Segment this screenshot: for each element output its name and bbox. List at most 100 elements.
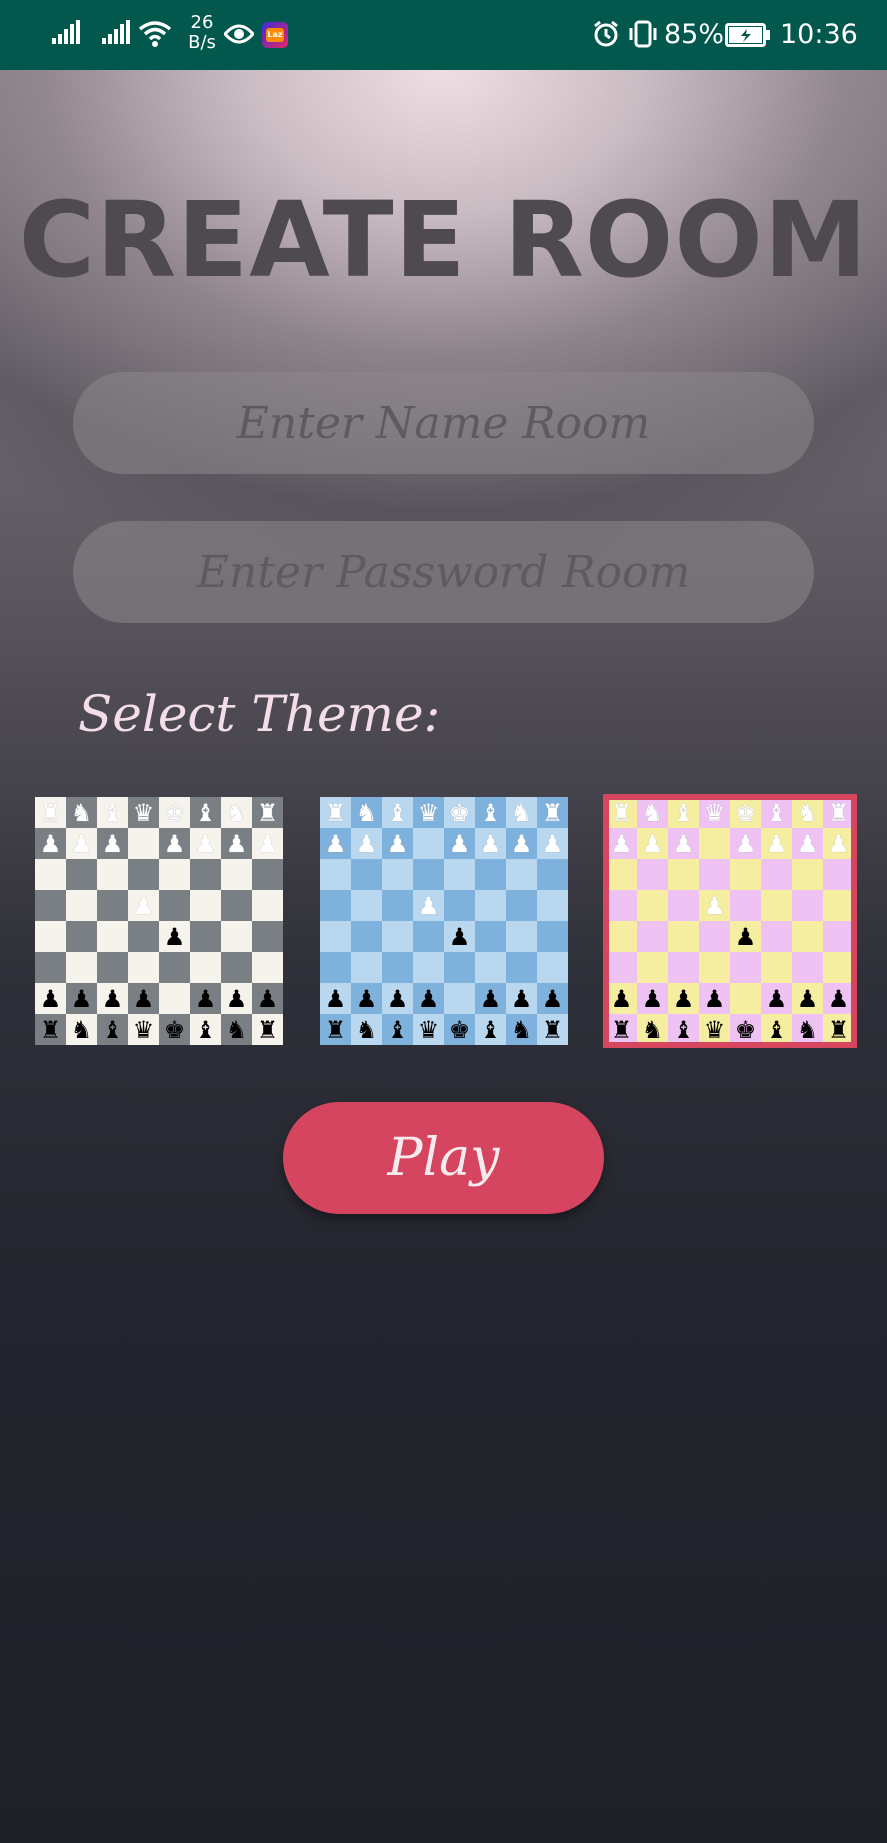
board-square: ♟: [730, 921, 761, 952]
board-square: ♟: [792, 983, 823, 1014]
board-square: ♟: [35, 828, 66, 859]
white-piece-icon: ♟: [796, 829, 819, 858]
black-piece-icon: ♜: [827, 1015, 850, 1044]
room-password-input[interactable]: [73, 521, 814, 623]
board-square: [190, 921, 221, 952]
board-square: ♟: [128, 890, 159, 921]
board-square: ♝: [668, 797, 699, 828]
board-square: [699, 828, 730, 859]
board-square: ♜: [537, 797, 568, 828]
theme-option-pink-yellow[interactable]: ♜ ♞ ♝ ♛ ♚ ♝ ♞ ♜ ♟ ♟ ♟ ♟ ♟ ♟ ♟ ♟ ♟ ♟ ♟ ♟ ♟ ♟ ♟ ♟ ♜ ♞ ♝ ♛ ♚ ♝ ♞ ♜: [603, 794, 857, 1048]
black-piece-icon: ♟: [827, 984, 850, 1013]
white-piece-icon: ♟: [610, 829, 633, 858]
board-square: ♝: [475, 797, 506, 828]
board-square: [382, 921, 413, 952]
board-square: [128, 952, 159, 983]
board-square: ♚: [159, 797, 190, 828]
board-square: [128, 828, 159, 859]
theme-option-gray[interactable]: ♜ ♞ ♝ ♛ ♚ ♝ ♞ ♜ ♟ ♟ ♟ ♟ ♟ ♟ ♟ ♟ ♟ ♟ ♟ ♟ ♟ ♟ ♟ ♟ ♜ ♞ ♝ ♛ ♚ ♝ ♞ ♜: [35, 797, 283, 1045]
black-piece-icon: ♟: [194, 984, 217, 1013]
theme-option-blue[interactable]: ♜ ♞ ♝ ♛ ♚ ♝ ♞ ♜ ♟ ♟ ♟ ♟ ♟ ♟ ♟ ♟ ♟ ♟ ♟ ♟ ♟ ♟ ♟ ♟ ♜ ♞ ♝ ♛ ♚ ♝ ♞ ♜: [320, 797, 568, 1045]
white-piece-icon: ♟: [163, 829, 186, 858]
black-piece-icon: ♛: [132, 1015, 155, 1044]
board-square: ♞: [66, 1014, 97, 1045]
board-square: [506, 890, 537, 921]
board-square: ♝: [190, 797, 221, 828]
black-piece-icon: ♝: [101, 1015, 124, 1044]
board-square: ♟: [190, 983, 221, 1014]
board-square: ♟: [413, 890, 444, 921]
white-piece-icon: ♛: [132, 798, 155, 827]
board-square: ♟: [320, 983, 351, 1014]
board-square: ♟: [823, 983, 854, 1014]
white-piece-icon: ♟: [672, 829, 695, 858]
play-button[interactable]: Play: [283, 1102, 604, 1214]
black-piece-icon: ♞: [225, 1015, 248, 1044]
board-square: [97, 921, 128, 952]
black-piece-icon: ♜: [541, 1015, 564, 1044]
board-square: [35, 890, 66, 921]
select-theme-label: Select Theme:: [78, 685, 441, 743]
board-square: [221, 921, 252, 952]
board-square: [66, 921, 97, 952]
alarm-icon: [594, 20, 618, 47]
board-square: [221, 890, 252, 921]
board-square: [97, 859, 128, 890]
board-square: ♜: [537, 1014, 568, 1045]
board-square: [761, 952, 792, 983]
white-piece-icon: ♟: [765, 829, 788, 858]
board-square: [159, 983, 190, 1014]
board-square: [761, 890, 792, 921]
board-square: ♝: [761, 1014, 792, 1045]
board-square: ♞: [351, 797, 382, 828]
app-icon-text: Laz: [266, 28, 284, 42]
board-square: [159, 859, 190, 890]
board-square: [761, 921, 792, 952]
black-piece-icon: ♝: [386, 1015, 409, 1044]
board-square: ♟: [35, 983, 66, 1014]
board-square: [252, 859, 283, 890]
white-piece-icon: ♟: [448, 829, 471, 858]
board-square: ♟: [413, 983, 444, 1014]
white-piece-icon: ♞: [225, 798, 248, 827]
black-piece-icon: ♜: [39, 1015, 62, 1044]
board-square: ♞: [637, 797, 668, 828]
board-square: ♟: [699, 983, 730, 1014]
black-piece-icon: ♞: [641, 1015, 664, 1044]
black-piece-icon: ♞: [510, 1015, 533, 1044]
white-piece-icon: ♞: [796, 798, 819, 827]
board-square: [823, 952, 854, 983]
board-square: [606, 921, 637, 952]
board-square: ♟: [606, 828, 637, 859]
black-piece-icon: ♜: [256, 1015, 279, 1044]
room-name-input[interactable]: [73, 372, 814, 474]
white-piece-icon: ♜: [827, 798, 850, 827]
board-square: [320, 921, 351, 952]
board-square: [35, 921, 66, 952]
board-square: ♟: [159, 921, 190, 952]
board-square: ♟: [537, 983, 568, 1014]
white-piece-icon: ♟: [386, 829, 409, 858]
white-piece-icon: ♝: [765, 798, 788, 827]
board-square: [66, 890, 97, 921]
board-square: ♞: [221, 1014, 252, 1045]
white-piece-icon: ♚: [163, 798, 186, 827]
board-square: ♛: [128, 797, 159, 828]
board-square: [382, 952, 413, 983]
black-piece-icon: ♟: [510, 984, 533, 1013]
board-square: [823, 859, 854, 890]
black-piece-icon: ♛: [417, 1015, 440, 1044]
board-square: [668, 952, 699, 983]
white-piece-icon: ♞: [70, 798, 93, 827]
board-square: ♟: [637, 828, 668, 859]
board-square: ♝: [97, 1014, 128, 1045]
board-square: ♞: [792, 1014, 823, 1045]
board-square: [35, 952, 66, 983]
black-piece-icon: ♟: [703, 984, 726, 1013]
board-square: ♟: [444, 921, 475, 952]
board-square: [537, 890, 568, 921]
board-square: ♟: [190, 828, 221, 859]
board-square: [190, 859, 221, 890]
board-square: [252, 890, 283, 921]
board-square: [668, 921, 699, 952]
